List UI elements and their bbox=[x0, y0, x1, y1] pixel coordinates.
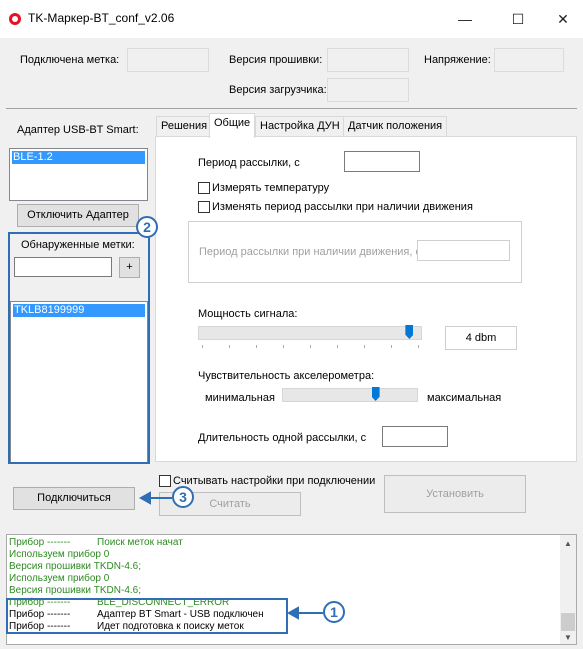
log-source: Используем прибор 0 bbox=[9, 549, 110, 560]
app-logo-icon bbox=[9, 13, 21, 25]
window-title: TK-Маркер-BT_conf_v2.06 bbox=[28, 11, 175, 25]
scroll-thumb[interactable] bbox=[561, 613, 575, 631]
callout-1: 1 bbox=[323, 601, 345, 623]
log-line: Версия прошивки TKDN-4.6; bbox=[9, 585, 141, 596]
duration-label: Длительность одной рассылки, с bbox=[198, 432, 367, 444]
tab-solutions[interactable]: Решения bbox=[156, 116, 213, 136]
tag-label: Подключена метка: bbox=[20, 54, 120, 66]
duration-input[interactable] bbox=[382, 426, 448, 447]
scroll-down-icon[interactable]: ▼ bbox=[564, 633, 572, 642]
slider-tick bbox=[310, 345, 311, 348]
log-source: Версия прошивки TKDN-4.6; bbox=[9, 585, 142, 596]
motion-period-input[interactable] bbox=[417, 240, 510, 261]
arrow-3-head bbox=[138, 491, 151, 505]
log-line: Используем прибор 0 bbox=[9, 549, 109, 560]
read-on-connect-label: Считывать настройки при подключении bbox=[173, 475, 376, 487]
voltage-label: Напряжение: bbox=[424, 54, 491, 66]
tag-field bbox=[127, 48, 209, 72]
period-input[interactable] bbox=[344, 151, 420, 172]
adapter-list[interactable]: BLE-1.2 bbox=[9, 148, 148, 201]
adapter-label: Адаптер USB-BT Smart: bbox=[17, 124, 139, 136]
slider-tick bbox=[256, 345, 257, 348]
tab-dun-settings[interactable]: Настройка ДУН bbox=[255, 116, 345, 136]
bootloader-field bbox=[327, 78, 409, 102]
tab-general[interactable]: Общие bbox=[209, 113, 256, 138]
callout-2: 2 bbox=[136, 216, 158, 238]
slider-tick bbox=[337, 345, 338, 348]
sensitivity-slider[interactable] bbox=[282, 388, 418, 402]
tab-position-sensor[interactable]: Датчик положения bbox=[343, 116, 448, 136]
connect-button[interactable]: Подключиться bbox=[13, 487, 135, 510]
adapter-list-item[interactable]: BLE-1.2 bbox=[12, 151, 145, 164]
power-slider[interactable] bbox=[198, 326, 422, 340]
set-button[interactable]: Установить bbox=[384, 475, 526, 513]
log-scrollbar[interactable]: ▲ ▼ bbox=[560, 535, 576, 644]
general-tab-panel: Период рассылки, с Измерять температуру … bbox=[155, 136, 577, 462]
voltage-field bbox=[494, 48, 564, 72]
slider-tick bbox=[364, 345, 365, 348]
log-highlight bbox=[6, 598, 288, 634]
read-on-connect-checkbox[interactable] bbox=[159, 475, 171, 487]
scroll-up-icon[interactable]: ▲ bbox=[564, 539, 572, 548]
minimize-button[interactable]: — bbox=[445, 6, 485, 32]
found-tags-highlight bbox=[8, 232, 150, 464]
log-source: Используем прибор 0 bbox=[9, 573, 110, 584]
change-period-label: Изменять период рассылки при наличии дви… bbox=[212, 201, 473, 213]
maximize-button[interactable]: ☐ bbox=[498, 6, 538, 32]
close-button[interactable]: ✕ bbox=[543, 6, 583, 32]
change-period-checkbox[interactable] bbox=[198, 201, 210, 213]
log-line: Версия прошивки TKDN-4.6; bbox=[9, 561, 141, 572]
firmware-field bbox=[327, 48, 409, 72]
power-value: 4 dbm bbox=[445, 326, 517, 350]
slider-tick bbox=[418, 345, 419, 348]
log-source: Прибор ------- bbox=[9, 537, 71, 548]
motion-period-label: Период рассылки при наличии движения, с bbox=[199, 246, 421, 258]
slider-tick bbox=[391, 345, 392, 348]
measure-temp-checkbox[interactable] bbox=[198, 182, 210, 194]
disconnect-adapter-button[interactable]: Отключить Адаптер bbox=[17, 204, 139, 227]
slider-tick bbox=[283, 345, 284, 348]
slider-tick bbox=[202, 345, 203, 348]
log-line: Используем прибор 0 bbox=[9, 573, 109, 584]
period-label: Период рассылки, с bbox=[198, 157, 300, 169]
log-source: Версия прошивки TKDN-4.6; bbox=[9, 561, 142, 572]
log-line: Прибор ------- Поиск меток начат bbox=[9, 537, 183, 548]
sensitivity-max-label: максимальная bbox=[427, 392, 502, 404]
motion-period-group: Период рассылки при наличии движения, с bbox=[188, 221, 522, 283]
divider bbox=[6, 108, 577, 109]
app-window: TK-Маркер-BT_conf_v2.06 — ☐ ✕ Подключена… bbox=[0, 0, 583, 649]
firmware-label: Версия прошивки: bbox=[229, 54, 323, 66]
title-bar: TK-Маркер-BT_conf_v2.06 — ☐ ✕ bbox=[0, 0, 583, 38]
callout-3: 3 bbox=[172, 486, 194, 508]
measure-temp-label: Измерять температуру bbox=[212, 182, 330, 194]
slider-tick bbox=[229, 345, 230, 348]
power-label: Мощность сигнала: bbox=[198, 308, 298, 320]
log-message: Поиск меток начат bbox=[97, 537, 183, 548]
bootloader-label: Версия загрузчика: bbox=[229, 84, 327, 96]
sensitivity-label: Чувствительность акселерометра: bbox=[198, 370, 375, 382]
sensitivity-min-label: минимальная bbox=[205, 392, 275, 404]
